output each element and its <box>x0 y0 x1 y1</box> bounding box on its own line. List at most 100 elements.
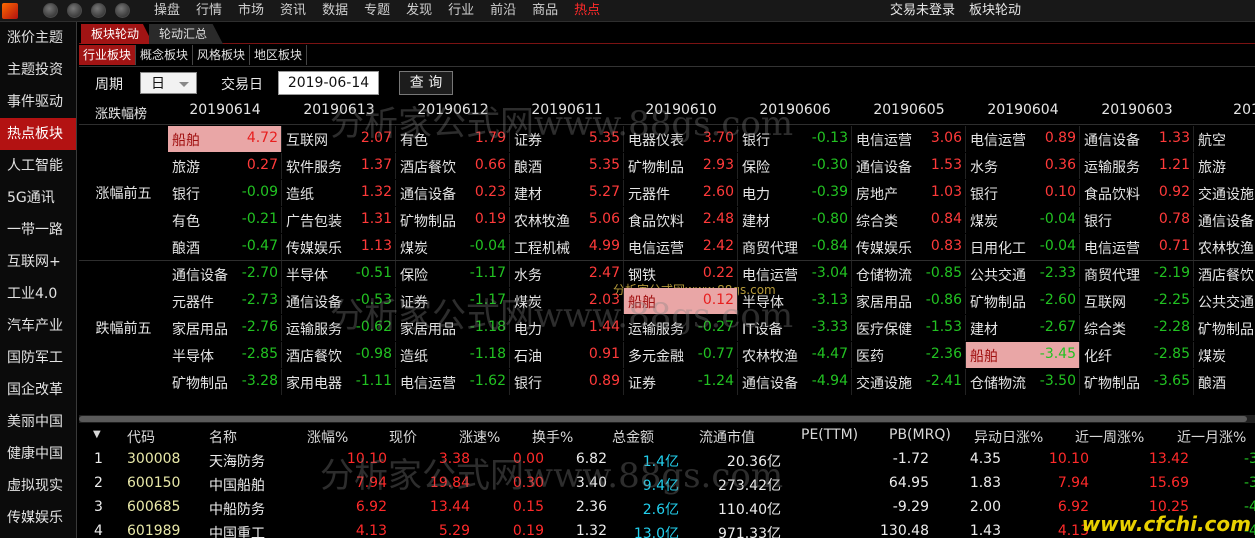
menu-item[interactable]: 资讯 <box>272 0 314 22</box>
date-header[interactable]: 2019 <box>1194 102 1255 118</box>
sidebar-item[interactable]: 人工智能 <box>0 150 76 182</box>
rank-cell[interactable]: 证券 -1.17 <box>396 288 510 314</box>
rank-cell[interactable]: 农林牧渔 5.06 <box>510 207 624 233</box>
tab-concept-sector[interactable]: 概念板块 <box>136 45 194 65</box>
rank-cell[interactable]: 电力 -0.39 <box>738 180 852 206</box>
rank-cell[interactable]: 矿物制品 <box>1194 315 1255 341</box>
query-button[interactable]: 查 询 <box>399 71 453 95</box>
rank-cell[interactable]: 建材 -0.80 <box>738 207 852 233</box>
rank-cell[interactable]: 半导体 -2.85 <box>168 342 282 368</box>
rank-cell[interactable]: 公共交通 <box>1194 288 1255 314</box>
column-header[interactable]: 涨速% <box>459 427 500 447</box>
tab-style-sector[interactable]: 风格板块 <box>193 45 251 65</box>
rank-cell[interactable]: 运输服务 1.21 <box>1080 153 1194 179</box>
menu-item[interactable]: 行情 <box>188 0 230 22</box>
date-header[interactable]: 20190613 <box>282 102 396 118</box>
rank-cell[interactable]: 电器仪表 3.70 <box>624 126 738 152</box>
rank-cell[interactable]: 酒店餐饮 -0.98 <box>282 342 396 368</box>
rank-cell[interactable]: 有色 -0.21 <box>168 207 282 233</box>
period-dropdown[interactable]: 日 <box>140 72 197 94</box>
rank-cell[interactable]: 家居用品 -0.86 <box>852 288 966 314</box>
rank-cell[interactable]: 航空 <box>1194 126 1255 152</box>
column-header[interactable]: PB(MRQ) <box>889 427 951 443</box>
rank-cell[interactable]: 互联网 2.07 <box>282 126 396 152</box>
rank-cell[interactable]: 公共交通 -2.33 <box>966 261 1080 287</box>
date-header[interactable]: 20190604 <box>966 102 1080 118</box>
rank-cell[interactable]: 通信设备 1.33 <box>1080 126 1194 152</box>
window-close-icon[interactable] <box>43 3 58 18</box>
column-header[interactable]: 异动日涨% <box>974 427 1043 447</box>
rank-cell[interactable]: 电信运营 0.89 <box>966 126 1080 152</box>
rank-cell[interactable]: 运输服务 -0.27 <box>624 315 738 341</box>
rank-cell[interactable]: 交通设施 -2.41 <box>852 369 966 395</box>
rank-cell[interactable]: 煤炭 -0.04 <box>396 234 510 260</box>
tab-sector-rotation[interactable]: 板块轮动 <box>81 24 153 44</box>
rank-cell[interactable]: 电信运营 -3.04 <box>738 261 852 287</box>
sidebar-item[interactable]: 5G通讯 <box>0 182 76 214</box>
date-header[interactable]: 20190606 <box>738 102 852 118</box>
rank-cell[interactable]: 电力 1.44 <box>510 315 624 341</box>
rank-cell[interactable]: 食品饮料 2.48 <box>624 207 738 233</box>
sidebar-item[interactable]: 一带一路 <box>0 214 76 246</box>
login-status[interactable]: 交易未登录 <box>890 0 955 22</box>
rank-cell[interactable]: 医疗保健 -1.53 <box>852 315 966 341</box>
rank-cell[interactable]: 矿物制品 -3.28 <box>168 369 282 395</box>
tab-rotation-summary[interactable]: 轮动汇总 <box>149 24 223 44</box>
sidebar-item[interactable]: 工业4.0 <box>0 278 76 310</box>
rank-cell[interactable]: 造纸 1.32 <box>282 180 396 206</box>
rank-cell[interactable]: 多元金融 -0.77 <box>624 342 738 368</box>
rank-cell[interactable]: 矿物制品 2.93 <box>624 153 738 179</box>
rank-cell[interactable]: 船舶 -3.45 <box>966 342 1080 368</box>
rank-cell[interactable]: 家居用品 -2.76 <box>168 315 282 341</box>
column-header[interactable]: 代码 <box>127 427 155 447</box>
rank-cell[interactable]: 交通设施 <box>1194 180 1255 206</box>
rank-cell[interactable]: 煤炭 2.03 <box>510 288 624 314</box>
column-header[interactable]: 总金额 <box>612 427 654 447</box>
rank-cell[interactable]: 证券 -1.24 <box>624 369 738 395</box>
sidebar-item[interactable]: 汽车产业 <box>0 310 76 342</box>
date-header[interactable]: 20190603 <box>1080 102 1194 118</box>
column-header[interactable]: 流通市值 <box>699 427 755 447</box>
menu-item[interactable]: 数据 <box>314 0 356 22</box>
rank-cell[interactable]: 半导体 -3.13 <box>738 288 852 314</box>
sidebar-item[interactable]: 互联网+ <box>0 246 76 278</box>
rank-cell[interactable]: 证券 5.35 <box>510 126 624 152</box>
column-header[interactable]: 现价 <box>389 427 417 447</box>
rank-cell[interactable]: 银行 -0.13 <box>738 126 852 152</box>
sidebar-item[interactable]: 健康中国 <box>0 438 76 470</box>
rank-cell[interactable]: 工程机械 4.99 <box>510 234 624 260</box>
forward-icon[interactable] <box>91 3 106 18</box>
rank-cell[interactable]: 日用化工 -0.04 <box>966 234 1080 260</box>
menu-item[interactable]: 市场 <box>230 0 272 22</box>
rank-cell[interactable]: 酿酒 <box>1194 369 1255 395</box>
rank-cell[interactable]: 通信设备 -0.53 <box>282 288 396 314</box>
menu-item[interactable]: 操盘 <box>146 0 188 22</box>
menu-item[interactable]: 前沿 <box>482 0 524 22</box>
column-header[interactable]: 近一周涨% <box>1075 427 1144 447</box>
menu-item[interactable]: 发现 <box>398 0 440 22</box>
rank-cell[interactable]: 通信设备 1.53 <box>852 153 966 179</box>
sidebar-item[interactable]: 国企改革 <box>0 374 76 406</box>
date-header[interactable]: 20190605 <box>852 102 966 118</box>
sidebar-item[interactable]: 传媒娱乐 <box>0 502 76 534</box>
rank-cell[interactable]: 电信运营 -1.62 <box>396 369 510 395</box>
rank-cell[interactable]: 软件服务 1.37 <box>282 153 396 179</box>
rank-cell[interactable]: 矿物制品 0.19 <box>396 207 510 233</box>
menu-item[interactable]: 专题 <box>356 0 398 22</box>
tab-industry-sector[interactable]: 行业板块 <box>79 45 137 65</box>
rank-cell[interactable]: 船舶 0.12 <box>624 288 738 314</box>
scrollbar-thumb[interactable] <box>79 416 1247 422</box>
rank-cell[interactable]: 家居用品 -1.18 <box>396 315 510 341</box>
rank-cell[interactable]: 化纤 -2.85 <box>1080 342 1194 368</box>
sidebar-item[interactable]: 主题投资 <box>0 54 76 86</box>
sidebar-item[interactable]: 热点板块 <box>0 118 76 150</box>
rank-cell[interactable]: 矿物制品 -3.65 <box>1080 369 1194 395</box>
rank-cell[interactable]: 元器件 2.60 <box>624 180 738 206</box>
rank-cell[interactable]: 农林牧渔 <box>1194 234 1255 260</box>
sidebar-item[interactable]: 国防军工 <box>0 342 76 374</box>
table-row[interactable]: 3 600685 中船防务 6.92 13.44 0.15 2.36 2.6亿 110.40亿 -… <box>79 497 1255 521</box>
sidebar-item[interactable]: 美丽中国 <box>0 406 76 438</box>
menu-item[interactable]: 热点 <box>566 0 608 22</box>
rank-cell[interactable]: 半导体 -0.51 <box>282 261 396 287</box>
rank-cell[interactable]: 银行 0.78 <box>1080 207 1194 233</box>
